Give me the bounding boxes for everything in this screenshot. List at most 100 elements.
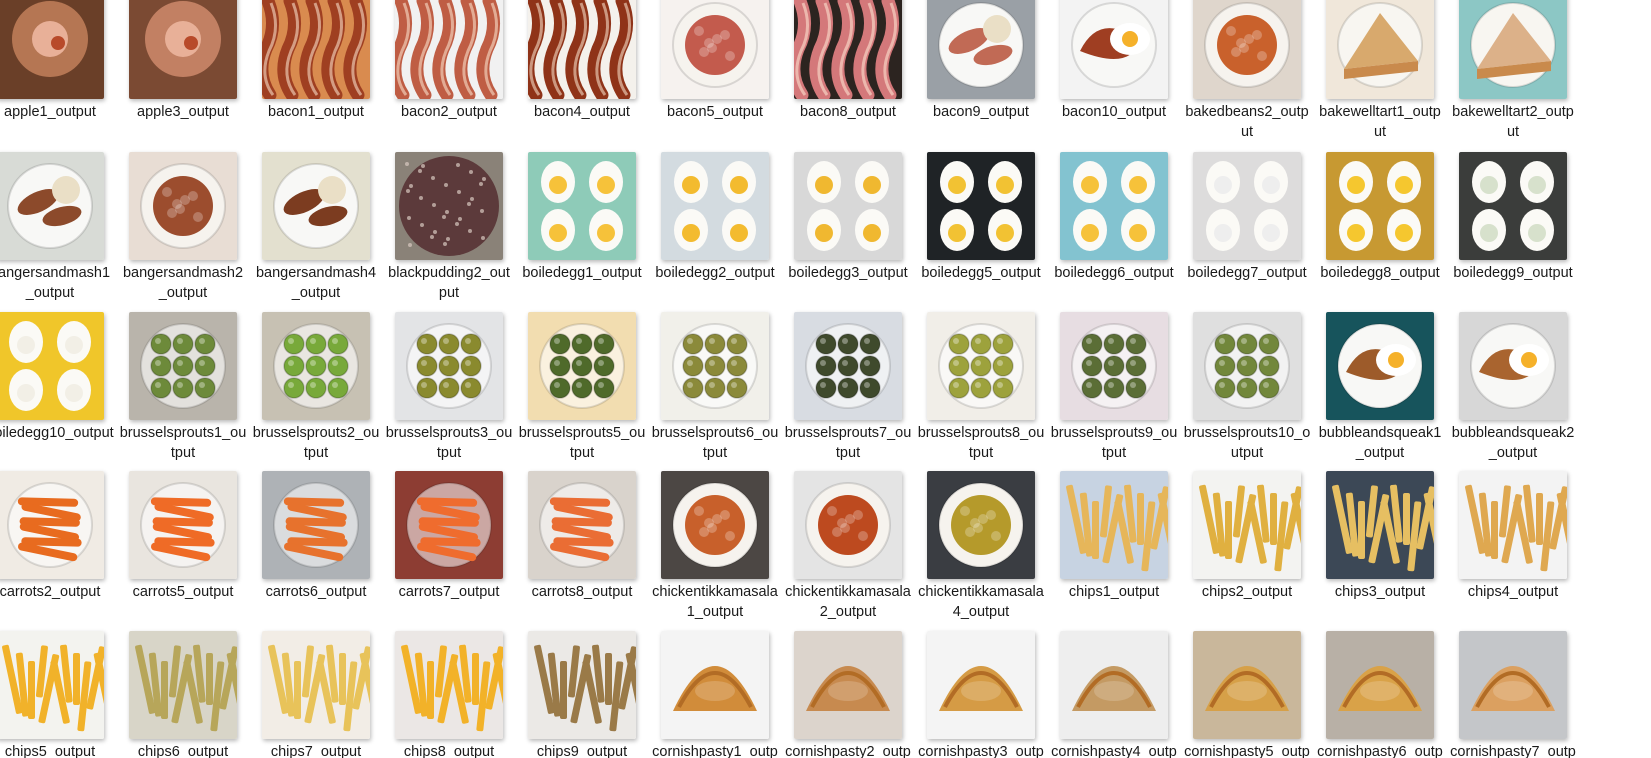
file-name-label[interactable]: blackpudding2_output	[385, 263, 513, 303]
file-name-label[interactable]: bubbleandsqueak2_output	[1449, 423, 1577, 463]
thumbnail-image[interactable]	[1060, 152, 1168, 260]
file-name-label[interactable]: apple3_output	[119, 102, 247, 122]
thumbnail-image[interactable]	[1326, 0, 1434, 99]
file-item[interactable]: bakewelltart2_output	[1449, 0, 1577, 151]
file-name-label[interactable]: cornishpasty6_output	[1316, 742, 1444, 758]
thumbnail-image[interactable]	[661, 312, 769, 420]
thumbnail-image[interactable]	[1060, 312, 1168, 420]
thumbnail-image[interactable]	[1193, 631, 1301, 739]
file-item[interactable]: carrots7_output	[385, 471, 513, 631]
thumbnail-image[interactable]	[927, 631, 1035, 739]
file-name-label[interactable]: cornishpasty2_output	[784, 742, 912, 758]
file-name-label[interactable]: bacon9_output	[917, 102, 1045, 122]
file-item[interactable]: bangersandmash4_output	[252, 152, 380, 312]
thumbnail-image[interactable]	[1459, 471, 1567, 579]
file-name-label[interactable]: bakewelltart1_output	[1316, 102, 1444, 142]
file-item[interactable]: chickentikkamasala4_output	[917, 471, 1045, 631]
thumbnail-image[interactable]	[1193, 312, 1301, 420]
file-name-label[interactable]: bacon8_output	[784, 102, 912, 122]
file-name-label[interactable]: boiledegg7_output	[1183, 263, 1311, 283]
file-name-label[interactable]: chickentikkamasala1_output	[651, 582, 779, 622]
file-item[interactable]: cornishpasty6_output	[1316, 631, 1444, 758]
file-name-label[interactable]: brusselsprouts10_output	[1183, 423, 1311, 463]
file-item[interactable]: apple3_output	[119, 0, 247, 151]
file-item[interactable]: carrots6_output	[252, 471, 380, 631]
file-name-label[interactable]: brusselsprouts7_output	[784, 423, 912, 463]
file-name-label[interactable]: chips3_output	[1316, 582, 1444, 602]
thumbnail-image[interactable]	[1193, 0, 1301, 99]
file-name-label[interactable]: chips4_output	[1449, 582, 1577, 602]
file-name-label[interactable]: carrots2_output	[0, 582, 114, 602]
file-item[interactable]: chickentikkamasala1_output	[651, 471, 779, 631]
file-item[interactable]: chips8_output	[385, 631, 513, 758]
file-name-label[interactable]: brusselsprouts8_output	[917, 423, 1045, 463]
file-item[interactable]: bacon2_output	[385, 0, 513, 151]
file-item[interactable]: cornishpasty5_output	[1183, 631, 1311, 758]
file-item[interactable]: carrots8_output	[518, 471, 646, 631]
file-item[interactable]: boiledegg5_output	[917, 152, 1045, 312]
thumbnail-image[interactable]	[661, 471, 769, 579]
file-item[interactable]: bacon1_output	[252, 0, 380, 151]
file-item[interactable]: bangersandmash1_output	[0, 152, 114, 312]
file-item[interactable]: bakedbeans2_output	[1183, 0, 1311, 151]
thumbnail-image[interactable]	[395, 152, 503, 260]
thumbnail-image[interactable]	[1459, 312, 1567, 420]
file-item[interactable]: cornishpasty1_output	[651, 631, 779, 758]
thumbnail-image[interactable]	[794, 152, 902, 260]
file-item[interactable]: cornishpasty7_output	[1449, 631, 1577, 758]
thumbnail-image[interactable]	[927, 471, 1035, 579]
file-name-label[interactable]: boiledegg2_output	[651, 263, 779, 283]
thumbnail-image[interactable]	[528, 631, 636, 739]
thumbnail-image[interactable]	[794, 312, 902, 420]
file-name-label[interactable]: boiledegg8_output	[1316, 263, 1444, 283]
file-name-label[interactable]: bacon4_output	[518, 102, 646, 122]
thumbnail-image[interactable]	[129, 0, 237, 99]
thumbnail-image[interactable]	[262, 471, 370, 579]
thumbnail-image[interactable]	[262, 152, 370, 260]
file-name-label[interactable]: chips1_output	[1050, 582, 1178, 602]
file-item[interactable]: boiledegg2_output	[651, 152, 779, 312]
file-item[interactable]: chips1_output	[1050, 471, 1178, 631]
file-name-label[interactable]: boiledegg3_output	[784, 263, 912, 283]
thumbnail-image[interactable]	[1459, 152, 1567, 260]
file-item[interactable]: brusselsprouts5_output	[518, 312, 646, 472]
file-name-label[interactable]: chips9_output	[518, 742, 646, 758]
thumbnail-image[interactable]	[395, 471, 503, 579]
thumbnail-image[interactable]	[1326, 312, 1434, 420]
thumbnail-image[interactable]	[1060, 631, 1168, 739]
file-item[interactable]: boiledegg1_output	[518, 152, 646, 312]
file-name-label[interactable]: cornishpasty4_output	[1050, 742, 1178, 758]
file-item[interactable]: brusselsprouts2_output	[252, 312, 380, 472]
thumbnail-image[interactable]	[528, 152, 636, 260]
thumbnail-image[interactable]	[794, 631, 902, 739]
file-name-label[interactable]: brusselsprouts6_output	[651, 423, 779, 463]
file-name-label[interactable]: bangersandmash4_output	[252, 263, 380, 303]
file-item[interactable]: chips5_output	[0, 631, 114, 758]
file-item[interactable]: boiledegg10_output	[0, 312, 114, 472]
file-name-label[interactable]: boiledegg9_output	[1449, 263, 1577, 283]
file-item[interactable]: brusselsprouts7_output	[784, 312, 912, 472]
file-item[interactable]: cornishpasty3_output	[917, 631, 1045, 758]
file-name-label[interactable]: chips5_output	[0, 742, 114, 758]
file-item[interactable]: brusselsprouts9_output	[1050, 312, 1178, 472]
thumbnail-image[interactable]	[0, 152, 104, 260]
file-name-label[interactable]: boiledegg5_output	[917, 263, 1045, 283]
file-name-label[interactable]: chips8_output	[385, 742, 513, 758]
file-name-label[interactable]: cornishpasty7_output	[1449, 742, 1577, 758]
thumbnail-image[interactable]	[0, 0, 104, 99]
thumbnail-image[interactable]	[0, 631, 104, 739]
thumbnail-image[interactable]	[1193, 471, 1301, 579]
thumbnail-image[interactable]	[927, 312, 1035, 420]
file-name-label[interactable]: bubbleandsqueak1_output	[1316, 423, 1444, 463]
file-name-label[interactable]: carrots7_output	[385, 582, 513, 602]
file-item[interactable]: carrots5_output	[119, 471, 247, 631]
thumbnail-image[interactable]	[794, 0, 902, 99]
thumbnail-image[interactable]	[927, 152, 1035, 260]
file-name-label[interactable]: carrots5_output	[119, 582, 247, 602]
file-item[interactable]: boiledegg8_output	[1316, 152, 1444, 312]
file-name-label[interactable]: bangersandmash2_output	[119, 263, 247, 303]
file-item[interactable]: bangersandmash2_output	[119, 152, 247, 312]
thumbnail-image[interactable]	[395, 631, 503, 739]
thumbnail-image[interactable]	[129, 631, 237, 739]
thumbnail-image[interactable]	[262, 312, 370, 420]
